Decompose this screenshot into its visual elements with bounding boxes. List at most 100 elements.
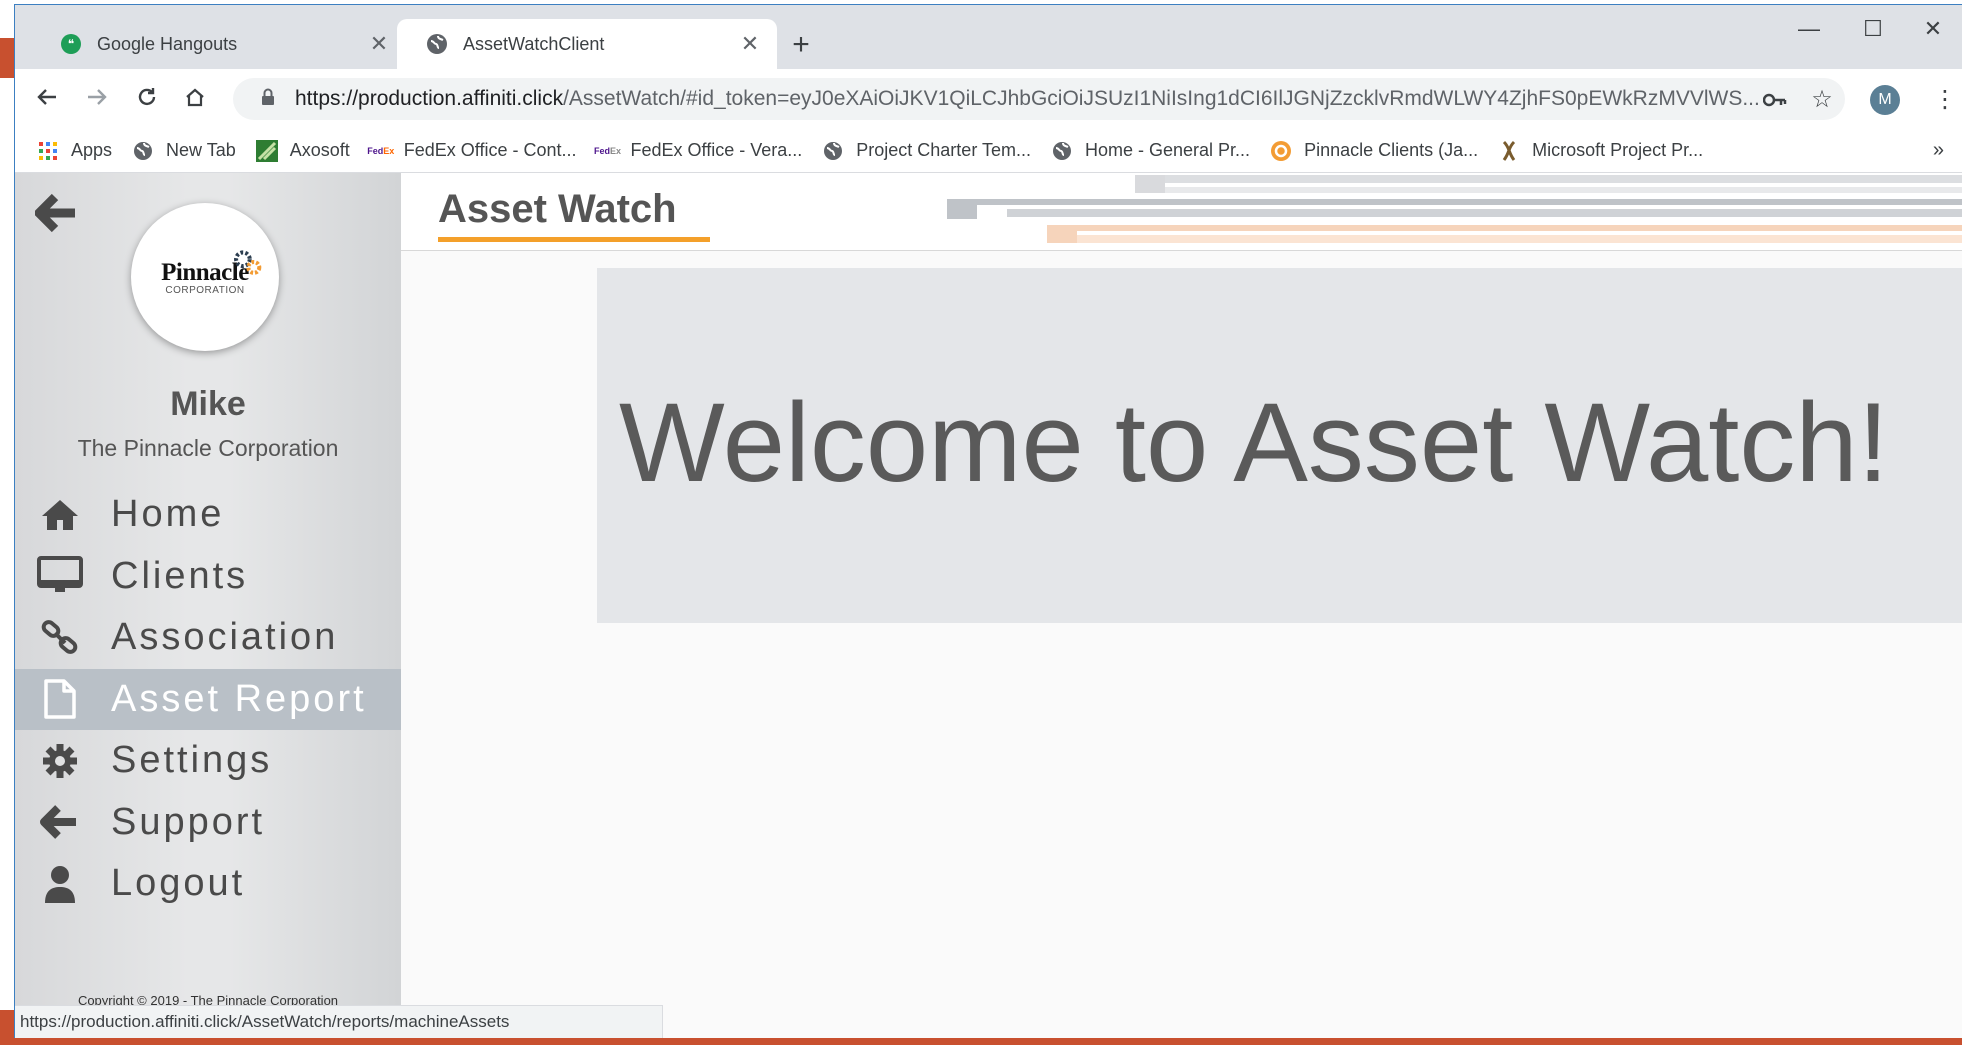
- logo-subtext: CORPORATION: [165, 284, 245, 296]
- company-logo: Pinnacle CORPORATION: [131, 203, 279, 351]
- bookmark-label: FedEx Office - Cont...: [403, 140, 577, 160]
- minimize-button[interactable]: —: [1781, 11, 1837, 47]
- bookmark-axosoft[interactable]: Axosoft: [255, 139, 350, 162]
- browser-window: ❝ Google Hangouts ✕ AssetWatchClient ✕ +…: [14, 4, 1962, 1038]
- title-underline: [438, 237, 710, 242]
- sidebar-item-label: Logout: [111, 862, 246, 905]
- bookmark-fedex-cont[interactable]: Fed Ex FedEx Office - Cont...: [367, 140, 577, 162]
- home-icon: [186, 88, 204, 107]
- sidebar-item-settings[interactable]: Settings: [15, 730, 401, 792]
- status-bar-url: https://production.affiniti.click/AssetW…: [15, 1005, 663, 1038]
- user-organization: The Pinnacle Corporation: [77, 435, 339, 461]
- sidebar-item-support[interactable]: Support: [15, 792, 401, 854]
- sidebar-item-label: Association: [111, 616, 339, 659]
- ms-project-icon: [1498, 140, 1520, 162]
- sidebar-item-label: Support: [111, 800, 266, 843]
- back-button[interactable]: [29, 81, 65, 117]
- sidebar-item-association[interactable]: Association: [15, 607, 401, 669]
- gear-icon: [35, 741, 85, 781]
- arrow-left-icon: [37, 89, 56, 105]
- bookmark-apps[interactable]: Apps: [37, 140, 112, 162]
- page-header: Asset Watch: [401, 173, 1962, 251]
- desktop-background: [0, 38, 14, 78]
- profile-avatar[interactable]: M: [1870, 85, 1900, 115]
- apps-grid-icon: [37, 140, 59, 162]
- close-tab-icon[interactable]: ✕: [735, 31, 765, 57]
- header-decoration: [947, 199, 1962, 221]
- star-icon[interactable]: ☆: [1807, 85, 1837, 115]
- user-icon: [35, 864, 85, 904]
- sidebar-item-label: Settings: [111, 739, 273, 782]
- bookmark-label: New Tab: [166, 140, 236, 160]
- gears-icon: [234, 250, 262, 275]
- close-window-button[interactable]: ✕: [1905, 11, 1961, 47]
- bookmark-label: Project Charter Tem...: [856, 140, 1031, 160]
- bookmark-fedex-vera[interactable]: Fed Ex FedEx Office - Vera...: [594, 140, 803, 162]
- arrow-right-icon: [88, 89, 107, 105]
- bookmark-new-tab[interactable]: New Tab: [132, 140, 236, 162]
- bookmark-label: Apps: [71, 140, 113, 160]
- sidebar-item-clients[interactable]: Clients: [15, 546, 401, 608]
- arrow-left-icon: [35, 802, 85, 842]
- bookmark-pinnacle-clients[interactable]: Pinnacle Clients (Ja...: [1270, 140, 1478, 162]
- tab-google-hangouts[interactable]: ❝ Google Hangouts ✕: [31, 19, 406, 69]
- sidebar-item-label: Clients: [111, 554, 249, 597]
- hangouts-icon: ❝: [61, 34, 81, 54]
- tab-assetwatchclient[interactable]: AssetWatchClient ✕: [397, 19, 777, 69]
- bookmark-project-charter[interactable]: Project Charter Tem...: [822, 140, 1031, 162]
- main-area: Asset Watch Welcome to Asset Watch!: [401, 173, 1962, 1038]
- home-icon: [35, 495, 85, 535]
- forward-button[interactable]: [79, 81, 115, 117]
- maximize-button[interactable]: ☐: [1845, 11, 1901, 47]
- sidebar-item-asset-report[interactable]: Asset Report: [15, 668, 401, 730]
- lock-icon: [261, 88, 281, 111]
- welcome-heading: Welcome to Asset Watch!: [619, 380, 1889, 505]
- taskbar-strip: [0, 1038, 1962, 1045]
- header-decoration: [1047, 225, 1962, 247]
- axosoft-icon: [255, 139, 278, 162]
- home-button[interactable]: [177, 81, 213, 117]
- sidebar-item-label: Asset Report: [111, 677, 367, 720]
- sidebar-nav: Home Clients Association Asset Report Se…: [15, 484, 401, 915]
- header-decoration: [1135, 173, 1962, 195]
- bookmark-home-general[interactable]: Home - General Pr...: [1051, 140, 1250, 162]
- page-content: Pinnacle CORPORATION Mike The Pinnacle C…: [15, 173, 1962, 1038]
- globe-icon: [822, 140, 844, 162]
- collapse-sidebar-button[interactable]: [34, 193, 79, 244]
- globe-icon: [132, 140, 154, 162]
- globe-icon: [1051, 140, 1073, 162]
- address-bar[interactable]: https://production.affiniti.click/AssetW…: [233, 78, 1845, 120]
- file-icon: [35, 679, 85, 719]
- bookmark-ms-project[interactable]: Microsoft Project Pr...: [1498, 140, 1703, 162]
- tab-title: AssetWatchClient: [463, 33, 605, 54]
- sidebar-item-logout[interactable]: Logout: [15, 853, 401, 915]
- key-icon[interactable]: [1760, 85, 1790, 115]
- bookmarks-overflow-button[interactable]: »: [1933, 139, 1944, 162]
- pinnacle-icon: [1270, 140, 1292, 162]
- bookmark-label: Microsoft Project Pr...: [1532, 140, 1704, 160]
- fedex-icon: Fed Ex: [367, 145, 395, 156]
- link-icon: [35, 618, 85, 658]
- bookmarks-bar: Apps New Tab Axosoft Fed Ex FedEx Office …: [15, 129, 1962, 173]
- tab-title: Google Hangouts: [97, 33, 238, 54]
- bookmark-label: FedEx Office - Vera...: [630, 140, 803, 160]
- sidebar: Pinnacle CORPORATION Mike The Pinnacle C…: [15, 173, 401, 1038]
- reload-button[interactable]: [129, 81, 165, 117]
- tab-strip: ❝ Google Hangouts ✕ AssetWatchClient ✕ +…: [15, 5, 1962, 69]
- fedex-icon: Fed Ex: [594, 145, 622, 156]
- monitor-icon: [35, 556, 85, 596]
- browser-toolbar: https://production.affiniti.click/AssetW…: [15, 69, 1962, 129]
- welcome-banner: Welcome to Asset Watch!: [597, 268, 1962, 623]
- page-title: Asset Watch: [438, 187, 677, 231]
- reload-icon: [138, 88, 156, 106]
- bookmark-label: Home - General Pr...: [1085, 140, 1251, 160]
- url-host: https://production.affiniti.click: [295, 87, 564, 110]
- user-name: Mike: [170, 385, 246, 423]
- menu-kebab-icon[interactable]: ⋮: [1930, 85, 1960, 115]
- close-tab-icon[interactable]: ✕: [364, 31, 394, 57]
- new-tab-button[interactable]: +: [785, 29, 817, 61]
- sidebar-item-label: Home: [111, 493, 225, 536]
- bookmark-label: Axosoft: [289, 140, 350, 160]
- sidebar-item-home[interactable]: Home: [15, 484, 401, 546]
- arrow-left-icon: [34, 193, 75, 233]
